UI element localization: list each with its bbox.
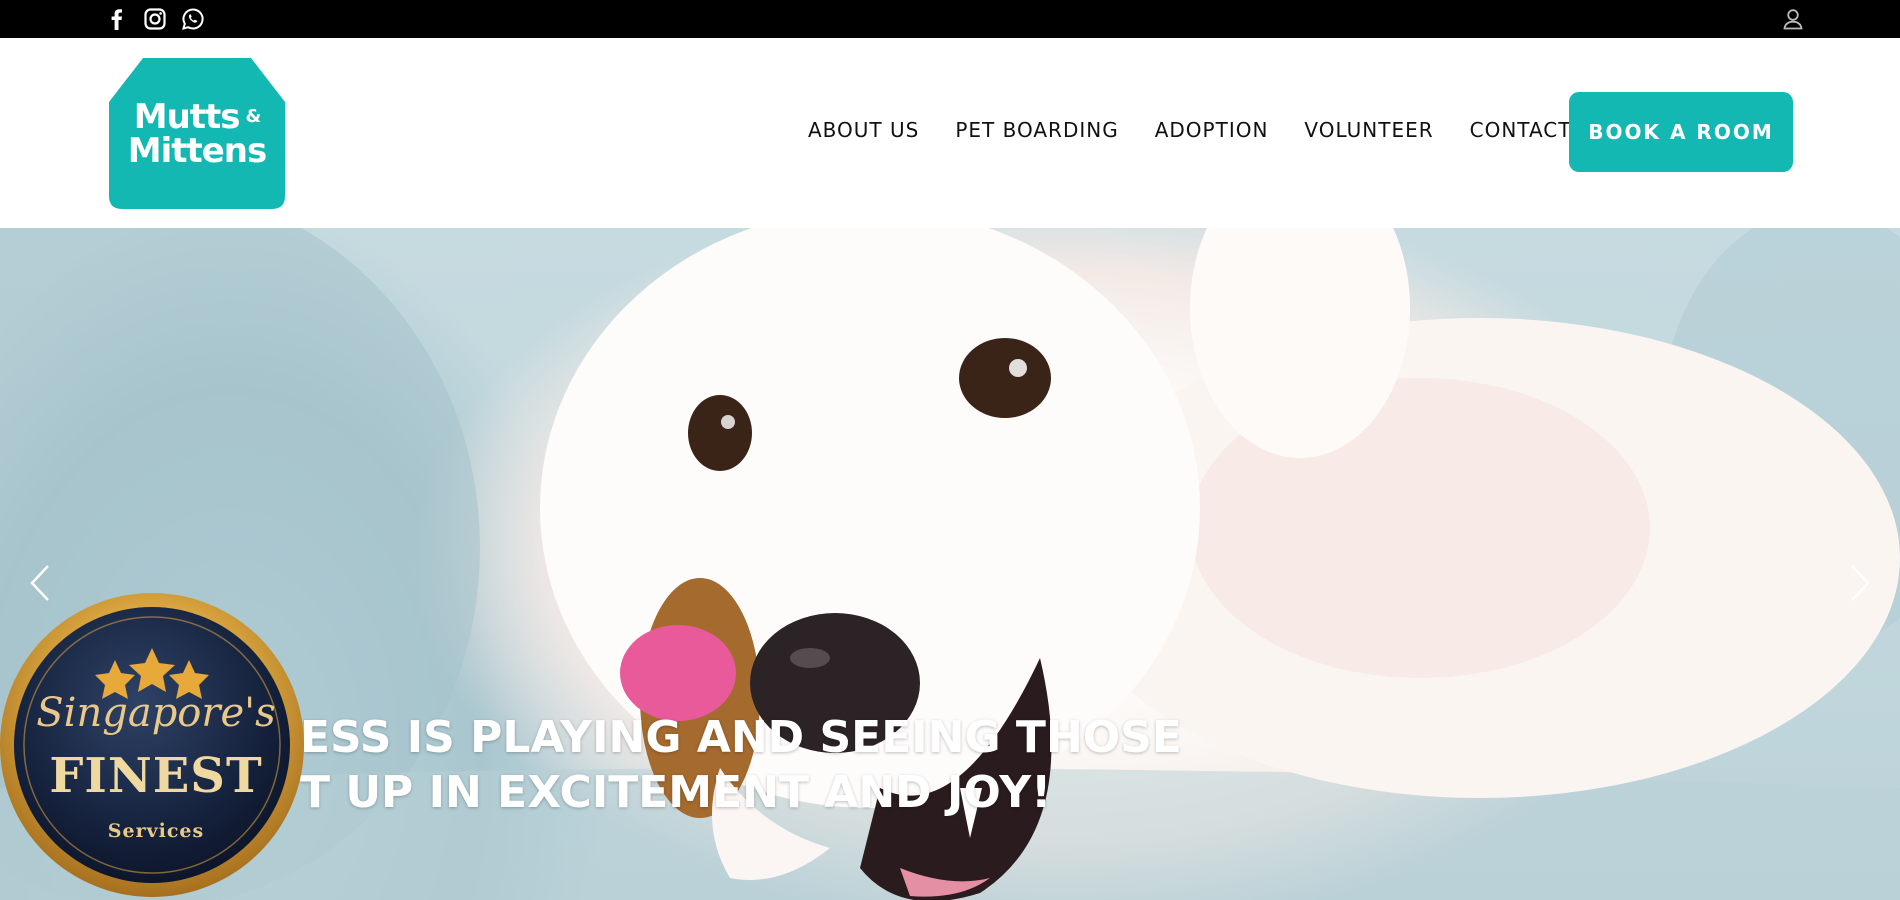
badge-subtitle: Services bbox=[107, 820, 205, 842]
nav-volunteer[interactable]: VOLUNTEER bbox=[1304, 118, 1433, 142]
logo-text-line1: Mutts bbox=[133, 96, 241, 137]
slider-next-button[interactable] bbox=[1840, 558, 1880, 608]
site-header: Mutts & Mittens ABOUT US PET BOARDING AD… bbox=[0, 38, 1900, 228]
social-links bbox=[104, 6, 206, 32]
main-nav: ABOUT US PET BOARDING ADOPTION VOLUNTEER… bbox=[808, 118, 1608, 142]
nav-adoption[interactable]: ADOPTION bbox=[1155, 118, 1269, 142]
nav-about-us[interactable]: ABOUT US bbox=[808, 118, 919, 142]
book-a-room-button[interactable]: BOOK A ROOM bbox=[1569, 92, 1793, 172]
hero-caption: ESS IS PLAYING AND SEEING THOSE T UP IN … bbox=[300, 710, 1182, 820]
top-bar bbox=[0, 0, 1900, 38]
chevron-right-icon bbox=[1851, 565, 1870, 601]
hero-caption-line2: T UP IN EXCITEMENT AND JOY! bbox=[300, 767, 1052, 818]
logo-ampersand: & bbox=[245, 105, 262, 127]
badge-title: FINEST bbox=[49, 748, 263, 804]
whatsapp-icon[interactable] bbox=[180, 6, 206, 32]
hero-caption-line1: ESS IS PLAYING AND SEEING THOSE bbox=[300, 712, 1182, 763]
instagram-icon[interactable] bbox=[142, 6, 168, 32]
user-icon[interactable] bbox=[1780, 6, 1806, 32]
badge-script-text: Singapore's bbox=[36, 690, 276, 736]
nav-pet-boarding[interactable]: PET BOARDING bbox=[955, 118, 1118, 142]
singapores-finest-badge[interactable]: Singapore's FINEST Services bbox=[0, 590, 312, 900]
site-logo[interactable]: Mutts & Mittens bbox=[109, 58, 285, 209]
facebook-icon[interactable] bbox=[104, 6, 130, 32]
logo-text-line2: Mittens bbox=[127, 130, 267, 171]
